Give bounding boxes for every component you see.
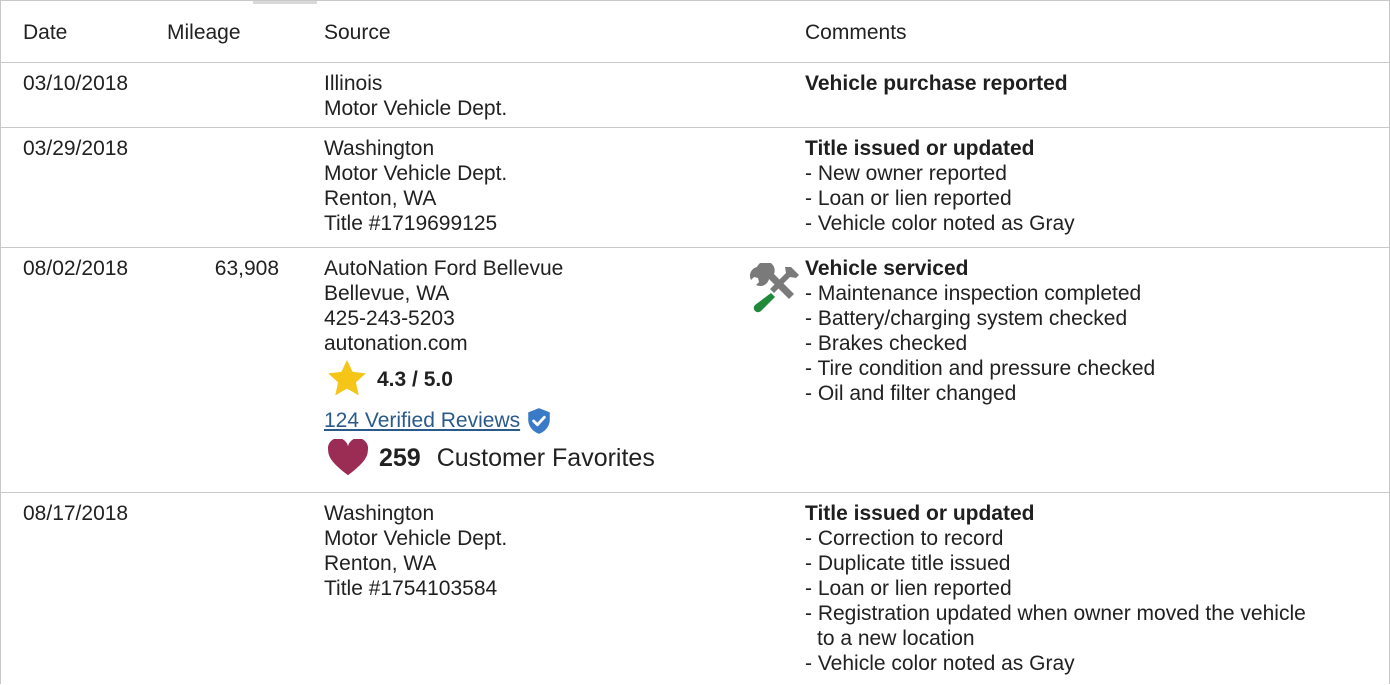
table-row: 03/29/2018 Washington Motor Vehicle Dept… <box>1 128 1389 248</box>
heart-icon <box>327 439 369 477</box>
dealer-phone: 425-243-5203 <box>324 307 455 330</box>
star-icon <box>327 359 367 402</box>
comment-item: - Vehicle color noted as Gray <box>805 652 1075 675</box>
row-comments: Vehicle purchase reported <box>805 71 1068 96</box>
vehicle-history-table: Date Mileage Source Comments 03/10/2018 … <box>0 0 1390 684</box>
verified-shield-icon <box>526 407 552 435</box>
source-line: Illinois <box>324 72 383 95</box>
row-source: AutoNation Ford Bellevue Bellevue, WA 42… <box>324 256 563 356</box>
dealer-location: Bellevue, WA <box>324 282 450 305</box>
comment-title: Title issued or updated <box>805 502 1035 525</box>
comment-item: - New owner reported <box>805 162 1007 185</box>
comment-item: to a new location <box>817 627 975 650</box>
column-header-comments: Comments <box>805 21 907 44</box>
rating-value: 4.3 / 5.0 <box>377 368 453 391</box>
row-source: Washington Motor Vehicle Dept. Renton, W… <box>324 136 507 236</box>
dealer-name: AutoNation Ford Bellevue <box>324 257 564 280</box>
row-comments: Vehicle serviced - Maintenance inspectio… <box>805 256 1155 406</box>
dealer-website: autonation.com <box>324 332 468 355</box>
row-mileage: 63,908 <box>214 257 279 280</box>
row-date: 03/29/2018 <box>23 137 129 160</box>
favorites-label: Customer Favorites <box>436 443 655 472</box>
comment-item: - Registration updated when owner moved … <box>805 602 1306 625</box>
comment-item: - Duplicate title issued <box>805 552 1011 575</box>
source-line: Washington <box>324 502 435 525</box>
row-source: Illinois Motor Vehicle Dept. <box>324 71 507 121</box>
comment-item: - Oil and filter changed <box>805 382 1017 405</box>
source-line: Motor Vehicle Dept. <box>324 97 508 120</box>
comment-item: - Vehicle color noted as Gray <box>805 212 1075 235</box>
comment-item: - Tire condition and pressure checked <box>805 357 1156 380</box>
reviews: 124 Verified Reviews <box>324 407 552 435</box>
table-row: 03/10/2018 Illinois Motor Vehicle Dept. … <box>1 63 1389 128</box>
comment-item: - Maintenance inspection completed <box>805 282 1142 305</box>
source-line: Title #1754103584 <box>324 577 498 600</box>
row-date: 08/17/2018 <box>23 502 129 525</box>
source-line: Title #1719699125 <box>324 212 498 235</box>
table-header: Date Mileage Source Comments <box>1 1 1389 63</box>
column-header-date: Date <box>23 21 68 44</box>
comment-item: - Loan or lien reported <box>805 187 1012 210</box>
source-line: Washington <box>324 137 435 160</box>
verified-reviews-link[interactable]: 124 Verified Reviews <box>324 409 520 433</box>
source-line: Motor Vehicle Dept. <box>324 527 508 550</box>
row-date: 08/02/2018 <box>23 257 129 280</box>
table-row: 08/02/2018 63,908 AutoNation Ford Bellev… <box>1 248 1389 493</box>
dealer-rating: 4.3 / 5.0 <box>327 359 453 402</box>
source-line: Renton, WA <box>324 552 437 575</box>
row-comments: Title issued or updated - New owner repo… <box>805 136 1075 236</box>
comment-title: Vehicle serviced <box>805 257 969 280</box>
comment-item: - Loan or lien reported <box>805 577 1012 600</box>
source-line: Renton, WA <box>324 187 437 210</box>
comment-title: Title issued or updated <box>805 137 1035 160</box>
comment-title: Vehicle purchase reported <box>805 72 1068 95</box>
comment-item: - Brakes checked <box>805 332 968 355</box>
favorites-count: 259 <box>379 443 421 472</box>
row-source: Washington Motor Vehicle Dept. Renton, W… <box>324 501 507 601</box>
comment-item: - Correction to record <box>805 527 1004 550</box>
wrench-screwdriver-icon <box>747 261 803 324</box>
source-line: Motor Vehicle Dept. <box>324 162 508 185</box>
column-header-source: Source <box>324 21 391 44</box>
row-date: 03/10/2018 <box>23 72 129 95</box>
column-header-mileage: Mileage <box>167 21 241 44</box>
table-row: 08/17/2018 Washington Motor Vehicle Dept… <box>1 493 1389 685</box>
row-comments: Title issued or updated - Correction to … <box>805 501 1306 676</box>
customer-favorites: 259 Customer Favorites <box>327 439 655 477</box>
comment-item: - Battery/charging system checked <box>805 307 1128 330</box>
